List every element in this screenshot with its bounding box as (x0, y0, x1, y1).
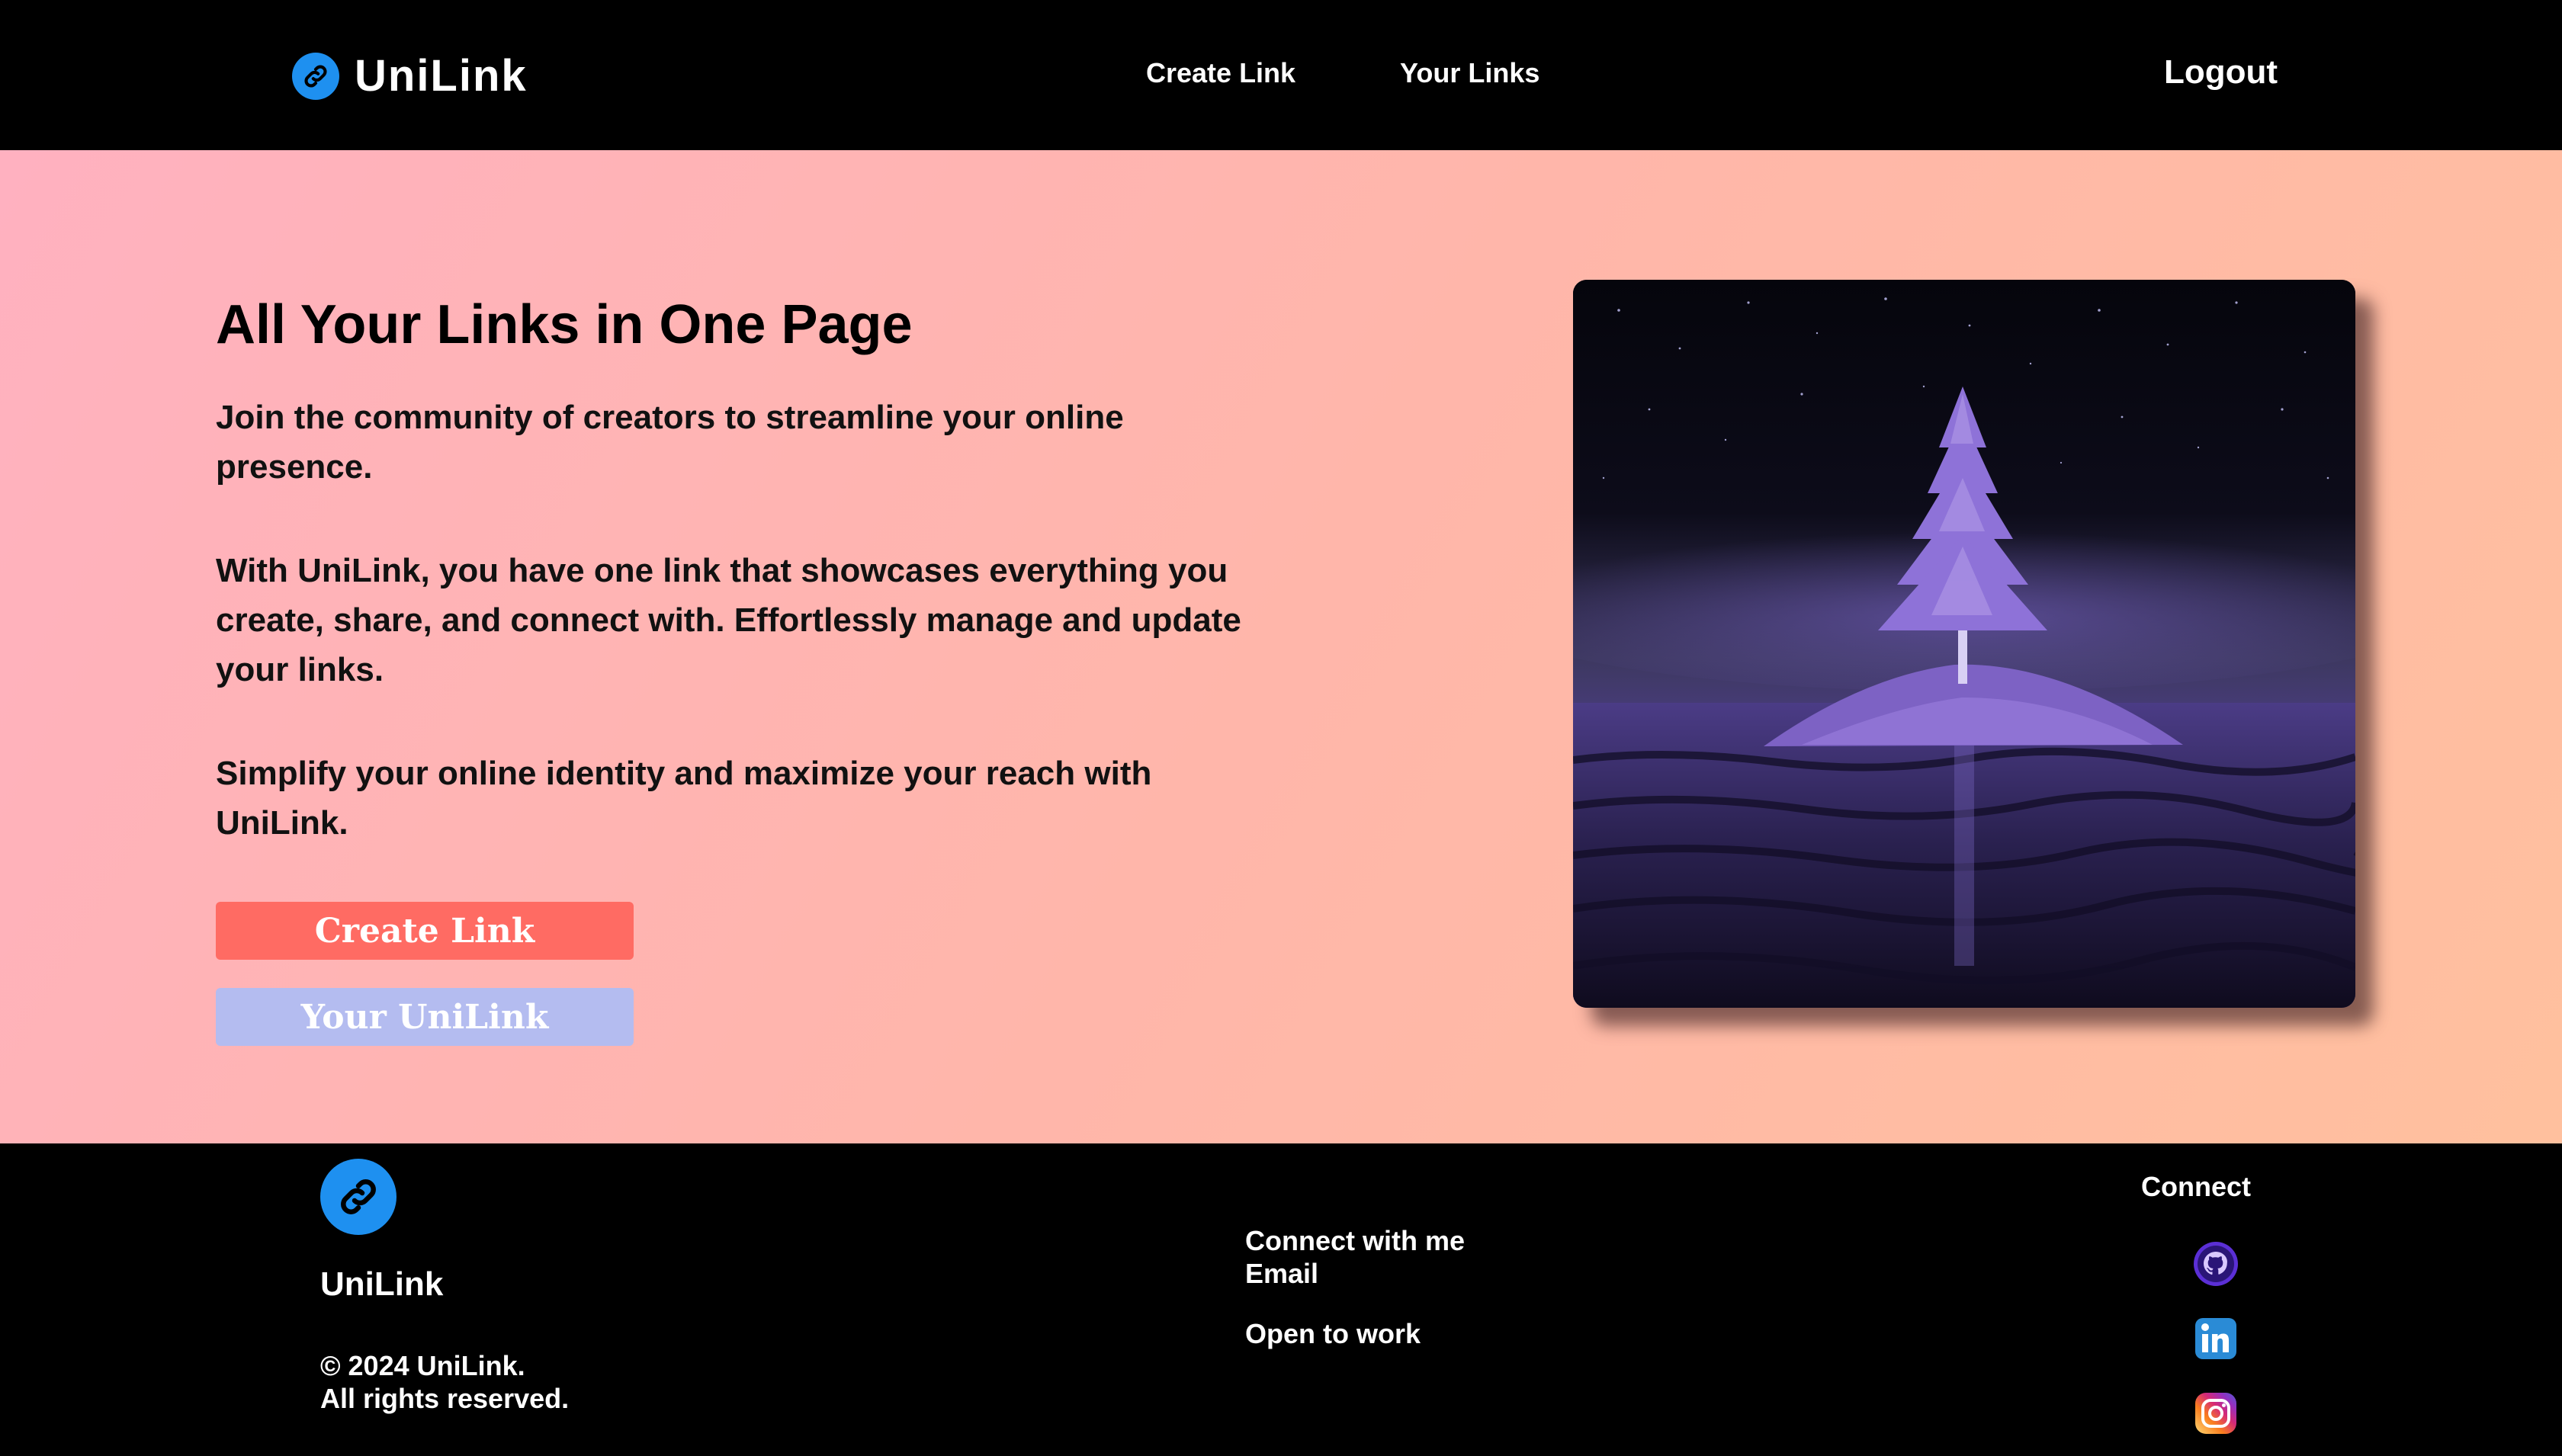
hero-paragraph-cta: Simplify your online identity and maximi… (216, 755, 1152, 842)
create-link-button[interactable]: Create Link (216, 902, 634, 960)
github-icon[interactable] (2193, 1241, 2239, 1287)
footer-link-icon (320, 1159, 396, 1235)
hero-title: All Your Links in One Page (216, 294, 913, 355)
footer-brand: UniLink (320, 1265, 444, 1303)
nav-your-links[interactable]: Your Links (1400, 57, 1539, 89)
brand-logo[interactable]: UniLink (292, 50, 528, 101)
hero-paragraph-features: With UniLink, you have one link that sho… (216, 552, 1241, 688)
footer-email-link[interactable]: Email (1245, 1257, 1318, 1290)
instagram-icon[interactable] (2193, 1390, 2239, 1436)
footer: UniLink © 2024 UniLink. All rights reser… (0, 1143, 2562, 1456)
footer-open-to-work: Open to work (1245, 1318, 1421, 1349)
brand-name: UniLink (355, 51, 528, 101)
footer-copyright: © 2024 UniLink. All rights reserved. (320, 1349, 569, 1415)
linkedin-icon[interactable] (2193, 1316, 2239, 1361)
hero-illustration (1573, 280, 2355, 1008)
rights-line: All rights reserved. (320, 1383, 570, 1414)
footer-connect-with-me: Connect with me (1245, 1225, 1466, 1256)
nav-create-link[interactable]: Create Link (1146, 57, 1295, 89)
footer-connect-title: Connect (2141, 1171, 2251, 1202)
hero-section: All Your Links in One Page Join the comm… (0, 150, 2562, 1143)
your-unilink-button[interactable]: Your UniLink (216, 988, 634, 1046)
hero-paragraph-intro: Join the community of creators to stream… (216, 399, 1124, 486)
logout-button[interactable]: Logout (2164, 53, 2278, 91)
copyright-line: © 2024 UniLink. (320, 1350, 525, 1381)
top-navbar: UniLink Create Link Your Links Logout (0, 0, 2562, 150)
link-icon (292, 52, 339, 100)
